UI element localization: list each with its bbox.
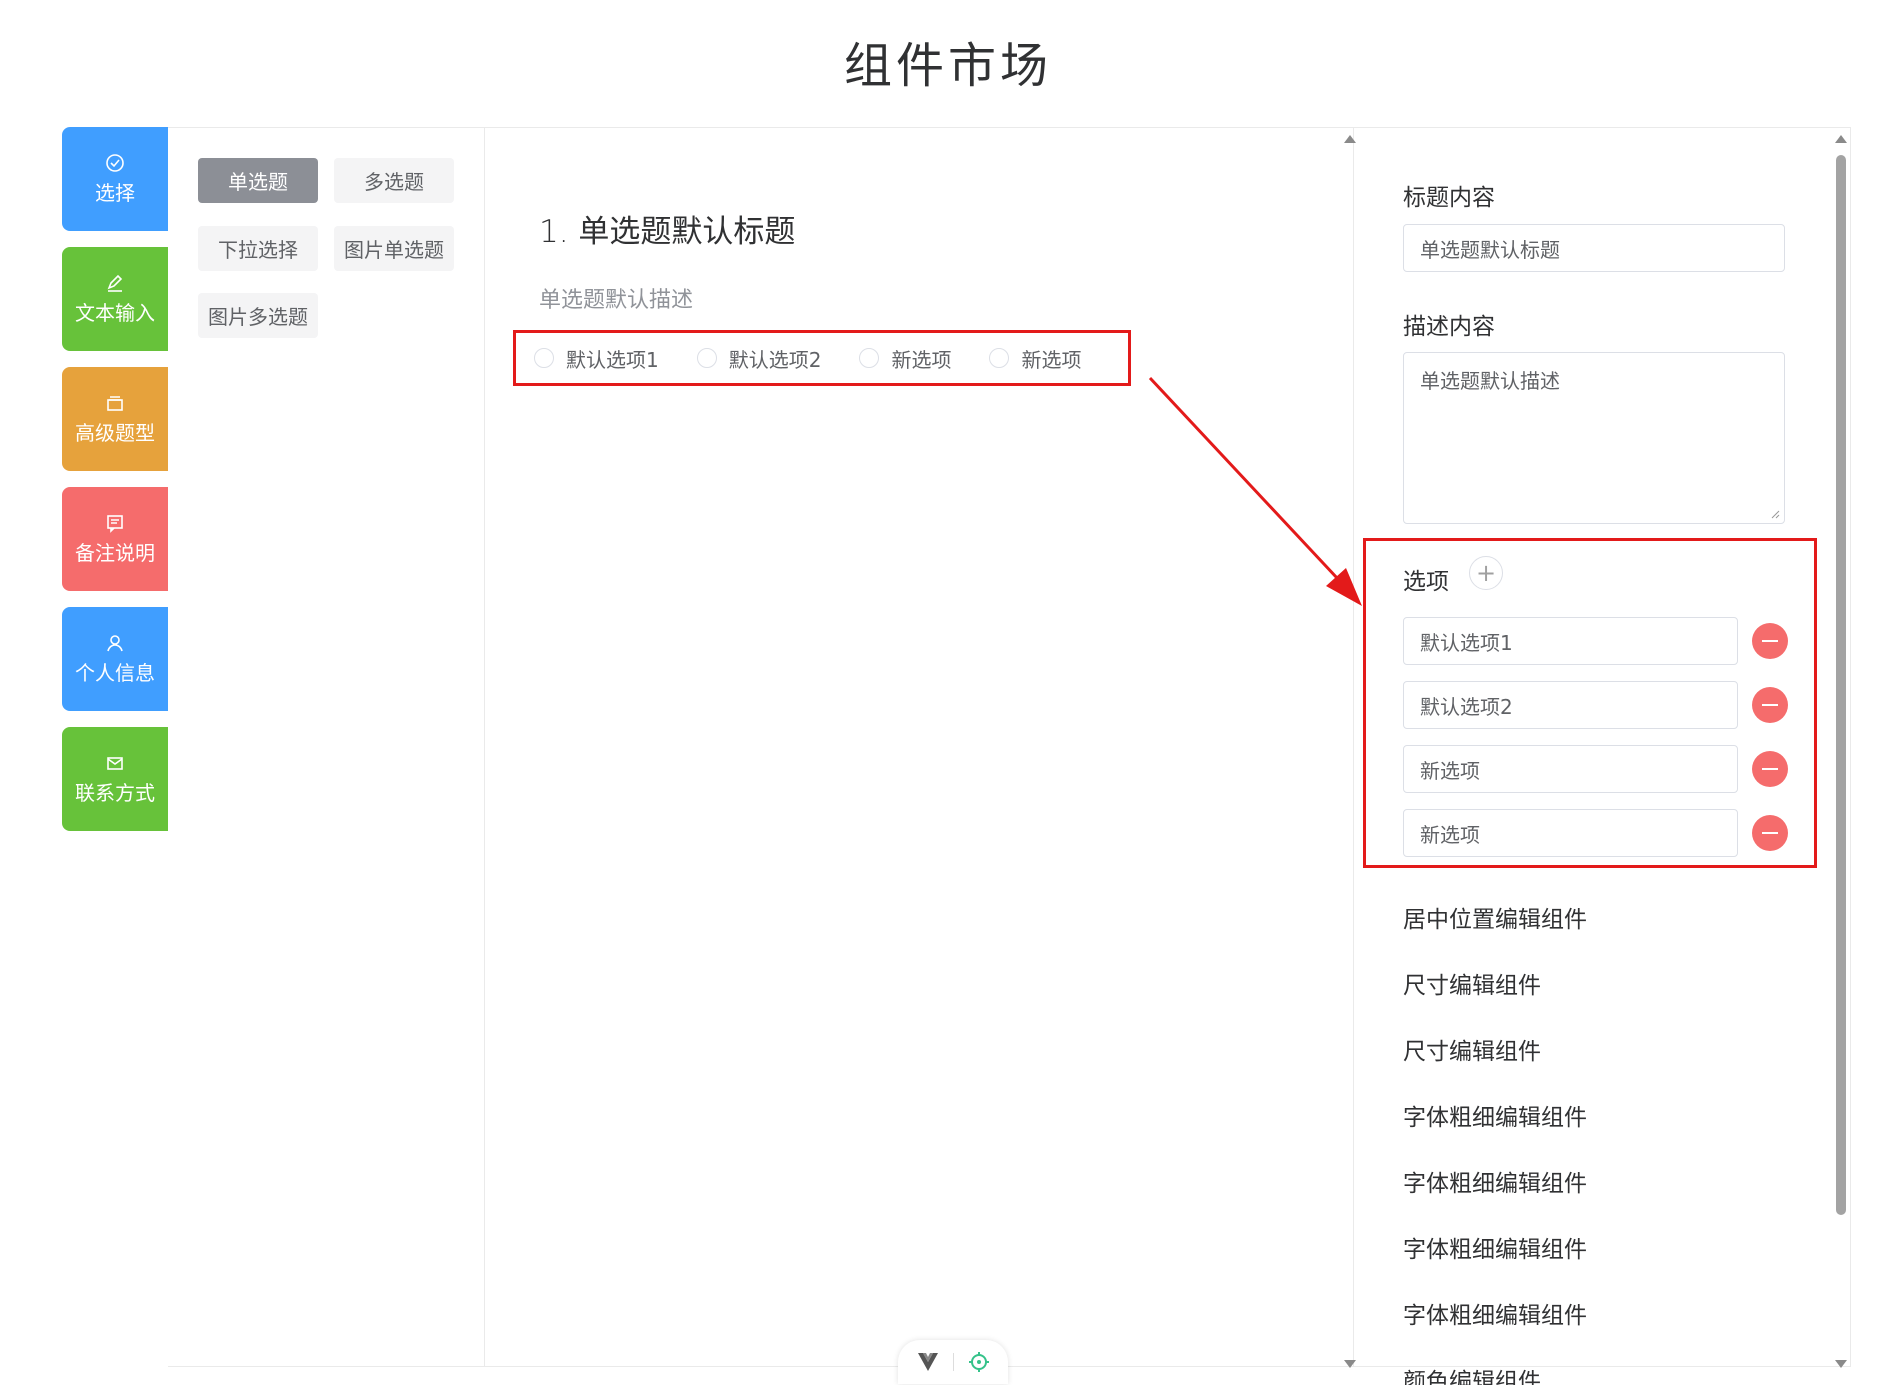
title-content-input[interactable]: 单选题默认标题 — [1403, 224, 1785, 272]
option-input[interactable]: 新选项 — [1403, 809, 1738, 857]
devtools-toolbar[interactable] — [898, 1340, 1008, 1384]
remove-option-button[interactable] — [1752, 687, 1788, 723]
radio-circle[interactable] — [989, 348, 1010, 368]
minus-icon — [1762, 704, 1778, 706]
canvas-scroll-down[interactable] — [1344, 1360, 1356, 1368]
editor-color[interactable]: 颜色编辑组件 — [1403, 1362, 1541, 1385]
editor-size[interactable]: 尺寸编辑组件 — [1403, 1032, 1541, 1066]
category-contact[interactable]: 联系方式 — [62, 727, 168, 831]
options-label: 选项 — [1403, 569, 1449, 595]
option-input[interactable]: 默认选项2 — [1403, 681, 1738, 729]
remove-option-button[interactable] — [1752, 623, 1788, 659]
radio-option[interactable]: 新选项 — [989, 344, 1081, 373]
editor-font-weight[interactable]: 字体粗细编辑组件 — [1403, 1164, 1587, 1198]
radio-circle[interactable] — [696, 348, 717, 368]
options-highlight-box: 默认选项1 默认选项2 新选项 新选项 — [513, 330, 1131, 386]
canvas-scroll-up[interactable] — [1344, 135, 1356, 143]
editor-font-weight[interactable]: 字体粗细编辑组件 — [1403, 1296, 1587, 1330]
settings-scroll-up[interactable] — [1835, 135, 1847, 143]
radio-option-label: 默认选项2 — [728, 347, 822, 372]
editor-center-position[interactable]: 居中位置编辑组件 — [1403, 900, 1587, 934]
radio-circle[interactable] — [859, 348, 880, 368]
edit-pen-icon — [107, 274, 123, 292]
plus-icon: + — [1475, 559, 1497, 587]
user-icon — [107, 634, 123, 651]
category-label: 联系方式 — [75, 780, 155, 805]
toolbar-divider — [952, 1353, 954, 1371]
category-label: 文本输入 — [75, 300, 155, 325]
settings-scroll-down[interactable] — [1835, 1360, 1847, 1368]
category-label: 个人信息 — [75, 660, 155, 685]
category-personal-info[interactable]: 个人信息 — [62, 607, 168, 711]
add-option-button[interactable]: + — [1469, 556, 1503, 590]
radio-option[interactable]: 默认选项2 — [696, 344, 822, 373]
category-text-input[interactable]: 文本输入 — [62, 247, 168, 351]
comment-icon — [107, 514, 123, 533]
category-notes[interactable]: 备注说明 — [62, 487, 168, 591]
radio-circle[interactable] — [534, 348, 554, 368]
option-input[interactable]: 新选项 — [1403, 745, 1738, 793]
palette-image-multi[interactable]: 图片多选题 — [198, 293, 318, 338]
box-icon — [107, 395, 123, 411]
remove-option-button[interactable] — [1752, 751, 1788, 787]
description-content-label: 描述内容 — [1403, 314, 1495, 340]
mail-icon — [107, 756, 123, 770]
description-content-textarea[interactable]: 单选题默认描述 — [1403, 352, 1785, 524]
palette-single-choice[interactable]: 单选题 — [198, 158, 318, 203]
editor-size[interactable]: 尺寸编辑组件 — [1403, 966, 1541, 1000]
remove-option-button[interactable] — [1752, 815, 1788, 851]
category-label: 备注说明 — [75, 540, 155, 565]
radio-option-label: 新选项 — [891, 347, 952, 372]
category-label: 选择 — [95, 180, 135, 205]
category-select[interactable]: 选择 — [62, 127, 168, 231]
radio-option[interactable]: 新选项 — [859, 344, 951, 373]
radio-option[interactable]: 默认选项1 — [534, 344, 659, 373]
minus-icon — [1762, 640, 1778, 642]
editor-font-weight[interactable]: 字体粗细编辑组件 — [1403, 1230, 1587, 1264]
vue-logo-icon[interactable] — [917, 1352, 939, 1372]
category-label: 高级题型 — [75, 420, 155, 445]
title-content-label: 标题内容 — [1403, 185, 1495, 211]
page-title: 组件市场 — [843, 38, 1052, 94]
question-description: 单选题默认描述 — [539, 288, 694, 313]
minus-icon — [1762, 768, 1778, 770]
palette-image-single[interactable]: 图片单选题 — [334, 226, 454, 271]
minus-icon — [1762, 832, 1778, 834]
question-title[interactable]: 1. 单选题默认标题 — [539, 206, 795, 251]
resize-grip-icon[interactable] — [1770, 509, 1780, 519]
option-input[interactable]: 默认选项1 — [1403, 617, 1738, 665]
palette-multi-choice[interactable]: 多选题 — [334, 158, 454, 203]
settings-scrollbar-thumb[interactable] — [1836, 155, 1846, 1215]
editor-font-weight[interactable]: 字体粗细编辑组件 — [1403, 1098, 1587, 1132]
check-circle-icon — [106, 153, 124, 172]
radio-option-label: 默认选项1 — [566, 347, 659, 372]
description-text: 单选题默认描述 — [1420, 369, 1560, 393]
category-advanced[interactable]: 高级题型 — [62, 367, 168, 471]
radio-option-label: 新选项 — [1021, 347, 1082, 372]
palette-dropdown[interactable]: 下拉选择 — [198, 226, 318, 271]
target-icon[interactable] — [968, 1351, 990, 1373]
